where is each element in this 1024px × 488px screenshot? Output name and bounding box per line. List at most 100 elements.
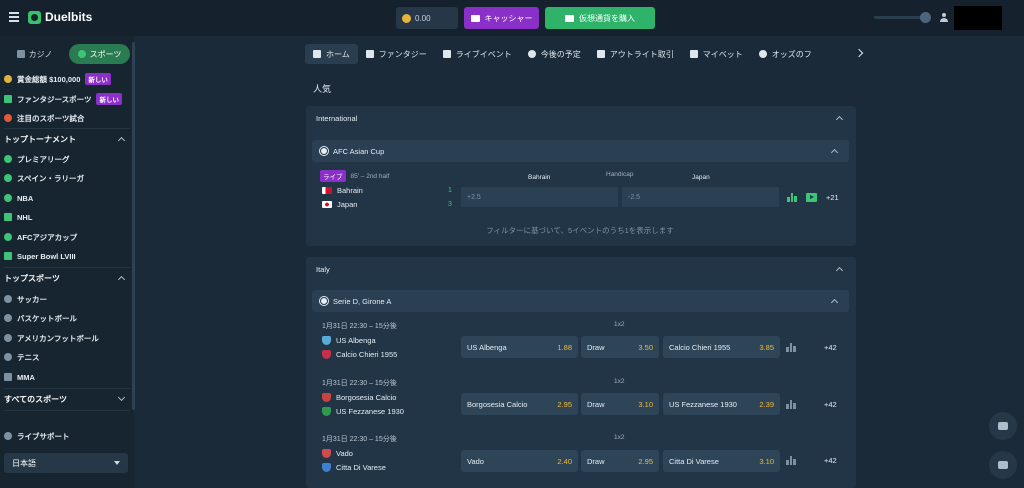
sidebar-item-fantasy[interactable]: ファンタジースポーツ 新しい — [4, 91, 128, 107]
tab-odds-format[interactable]: オッズのフ — [751, 44, 820, 64]
tab-casino[interactable]: カジノ — [4, 44, 65, 64]
odds-draw-button[interactable]: Draw 3.50 — [581, 336, 659, 358]
more-markets-link[interactable]: +21 — [826, 193, 839, 202]
bet-slip-button[interactable] — [989, 412, 1017, 440]
more-markets-link[interactable]: +42 — [824, 400, 837, 409]
top-bar: Duelbits 0.00 キャッシャー 仮想通貨を購入 — [0, 0, 1024, 36]
live-stream-icon[interactable] — [806, 193, 817, 202]
column-home: Bahrain — [528, 174, 551, 181]
tab-upcoming[interactable]: 今後の予定 — [520, 44, 589, 64]
market-label: 1x2 — [614, 321, 625, 328]
serie-d-header[interactable]: Serie D, Girone A — [312, 290, 849, 312]
sidebar-item-featured[interactable]: 注目のスポーツ試合 — [4, 110, 128, 126]
sidebar-item-tennis[interactable]: テニス — [4, 349, 128, 365]
sidebar-item-label: 賞金総額 $100,000 — [17, 74, 81, 84]
odds-label: Draw — [587, 456, 605, 466]
home-team-name: Bahrain — [337, 186, 363, 195]
buy-crypto-label: 仮想通貨を購入 — [579, 13, 635, 23]
wallet-balance[interactable]: 0.00 — [396, 7, 458, 29]
odds-home-button[interactable]: Borgosesia Calcio 2.95 — [461, 393, 578, 415]
handicap-home-line: +2.5 — [467, 193, 481, 201]
stats-icon[interactable] — [787, 193, 797, 202]
fist-icon — [4, 373, 12, 381]
sidebar-divider — [4, 410, 130, 411]
league-title: AFC Asian Cup — [333, 146, 385, 156]
tab-home[interactable]: ホーム — [305, 44, 358, 64]
match-time: 1月31日 22:30 – 15分後 — [322, 436, 397, 443]
headset-icon — [4, 432, 12, 440]
sidebar-item-soccer[interactable]: サッカー — [4, 291, 128, 307]
tab-odds-format-label: オッズのフ — [771, 49, 812, 59]
more-markets-link[interactable]: +42 — [824, 343, 837, 352]
sidebar-item-laliga[interactable]: スペイン・ラリーガ — [4, 170, 128, 186]
tab-my-bets[interactable]: マイベット — [682, 44, 751, 64]
sidebar-item-label: NBA — [17, 193, 34, 203]
all-sports-header[interactable]: すべてのスポーツ — [4, 390, 128, 408]
tab-sports[interactable]: スポーツ — [69, 44, 130, 64]
top-sports-header[interactable]: トップスポーツ — [4, 269, 128, 287]
handicap-home-button[interactable]: +2.5 — [461, 187, 618, 207]
odds-home-button[interactable]: Vado 2.40 — [461, 450, 578, 472]
sidebar-item-prize-pool[interactable]: 賞金総額 $100,000 新しい — [4, 71, 128, 87]
tab-fantasy[interactable]: ファンタジー — [358, 44, 435, 64]
odds-away-button[interactable]: Citta Di Varese 3.10 — [663, 450, 780, 472]
sidebar-item-afc-asian-cup[interactable]: AFCアジアカップ — [4, 229, 128, 245]
sidebar-item-basketball[interactable]: バスケットボール — [4, 310, 128, 326]
sidebar-item-nba[interactable]: NBA — [4, 190, 128, 206]
away-team-name: Calcio Chieri 1955 — [336, 350, 398, 359]
home-team: Bahrain — [322, 186, 363, 195]
sidebar-item-label: バスケットボール — [17, 313, 77, 323]
more-markets-link[interactable]: +42 — [824, 456, 837, 465]
italy-header[interactable]: Italy — [306, 257, 856, 281]
brand-name: Duelbits — [45, 10, 93, 24]
chat-button[interactable] — [989, 451, 1017, 479]
match-clock: 85' – 2nd half — [350, 172, 390, 180]
odds-away-button[interactable]: US Fezzanese 1930 2.39 — [663, 393, 780, 415]
international-title: International — [316, 113, 358, 123]
sidebar-item-premier-league[interactable]: プレミアリーグ — [4, 151, 128, 167]
language-value: 日本語 — [12, 458, 36, 468]
odds-draw-button[interactable]: Draw 3.10 — [581, 393, 659, 415]
tab-upcoming-label: 今後の予定 — [540, 49, 581, 59]
home-team-name: US Albenga — [336, 336, 376, 345]
volume-slider-knob[interactable] — [920, 12, 931, 23]
sports-nav: ホーム ファンタジー ライブイベント 今後の予定 アウトライト取引 マイベット … — [305, 44, 865, 64]
stopwatch-icon — [527, 50, 536, 58]
top-tournaments-header[interactable]: トップトーナメント — [4, 130, 128, 148]
international-header[interactable]: International — [306, 106, 856, 130]
away-team-name: Japan — [337, 200, 358, 209]
tab-outrights-label: アウトライト取引 — [609, 49, 674, 59]
odds-draw-button[interactable]: Draw 2.95 — [581, 450, 659, 472]
tab-outrights[interactable]: アウトライト取引 — [589, 44, 682, 64]
chevron-up-icon — [117, 136, 126, 145]
club-crest-icon — [322, 393, 331, 402]
chevron-up-icon — [835, 115, 844, 124]
stats-icon[interactable] — [786, 456, 796, 465]
cashier-button[interactable]: キャッシャー — [464, 7, 539, 29]
user-icon[interactable] — [940, 13, 948, 22]
language-select[interactable]: 日本語 — [4, 453, 128, 473]
sidebar-item-american-football[interactable]: アメリカンフットボール — [4, 330, 128, 346]
odds-away-button[interactable]: Calcio Chieri 1955 3.85 — [663, 336, 780, 358]
away-team: US Fezzanese 1930 — [322, 407, 404, 416]
menu-icon[interactable] — [9, 12, 19, 22]
brand-logo[interactable]: Duelbits — [28, 10, 92, 24]
buy-crypto-button[interactable]: 仮想通貨を購入 — [545, 7, 655, 29]
sidebar-item-label: プレミアリーグ — [17, 154, 70, 164]
sidebar-scrollbar[interactable] — [132, 42, 135, 410]
live-support-link[interactable]: ライブサポート — [4, 428, 128, 444]
stats-icon[interactable] — [786, 343, 796, 352]
tab-live-events[interactable]: ライブイベント — [435, 44, 520, 64]
redacted-user-area[interactable] — [954, 6, 1002, 30]
sidebar-item-mma[interactable]: MMA — [4, 369, 128, 385]
chat-icon — [998, 461, 1008, 469]
stats-icon[interactable] — [786, 400, 796, 409]
odds-home-button[interactable]: US Albenga 1.88 — [461, 336, 578, 358]
sidebar-item-nhl[interactable]: NHL — [4, 209, 128, 225]
live-status: ライブ 85' – 2nd half — [320, 170, 389, 182]
sidebar-item-super-bowl[interactable]: Super Bowl LVIII — [4, 248, 128, 264]
top-tournaments-title: トップトーナメント — [4, 134, 76, 144]
handicap-away-button[interactable]: -2.5 — [622, 187, 779, 207]
afc-asian-cup-header[interactable]: AFC Asian Cup — [312, 140, 849, 162]
soccer-ball-icon — [4, 295, 12, 303]
